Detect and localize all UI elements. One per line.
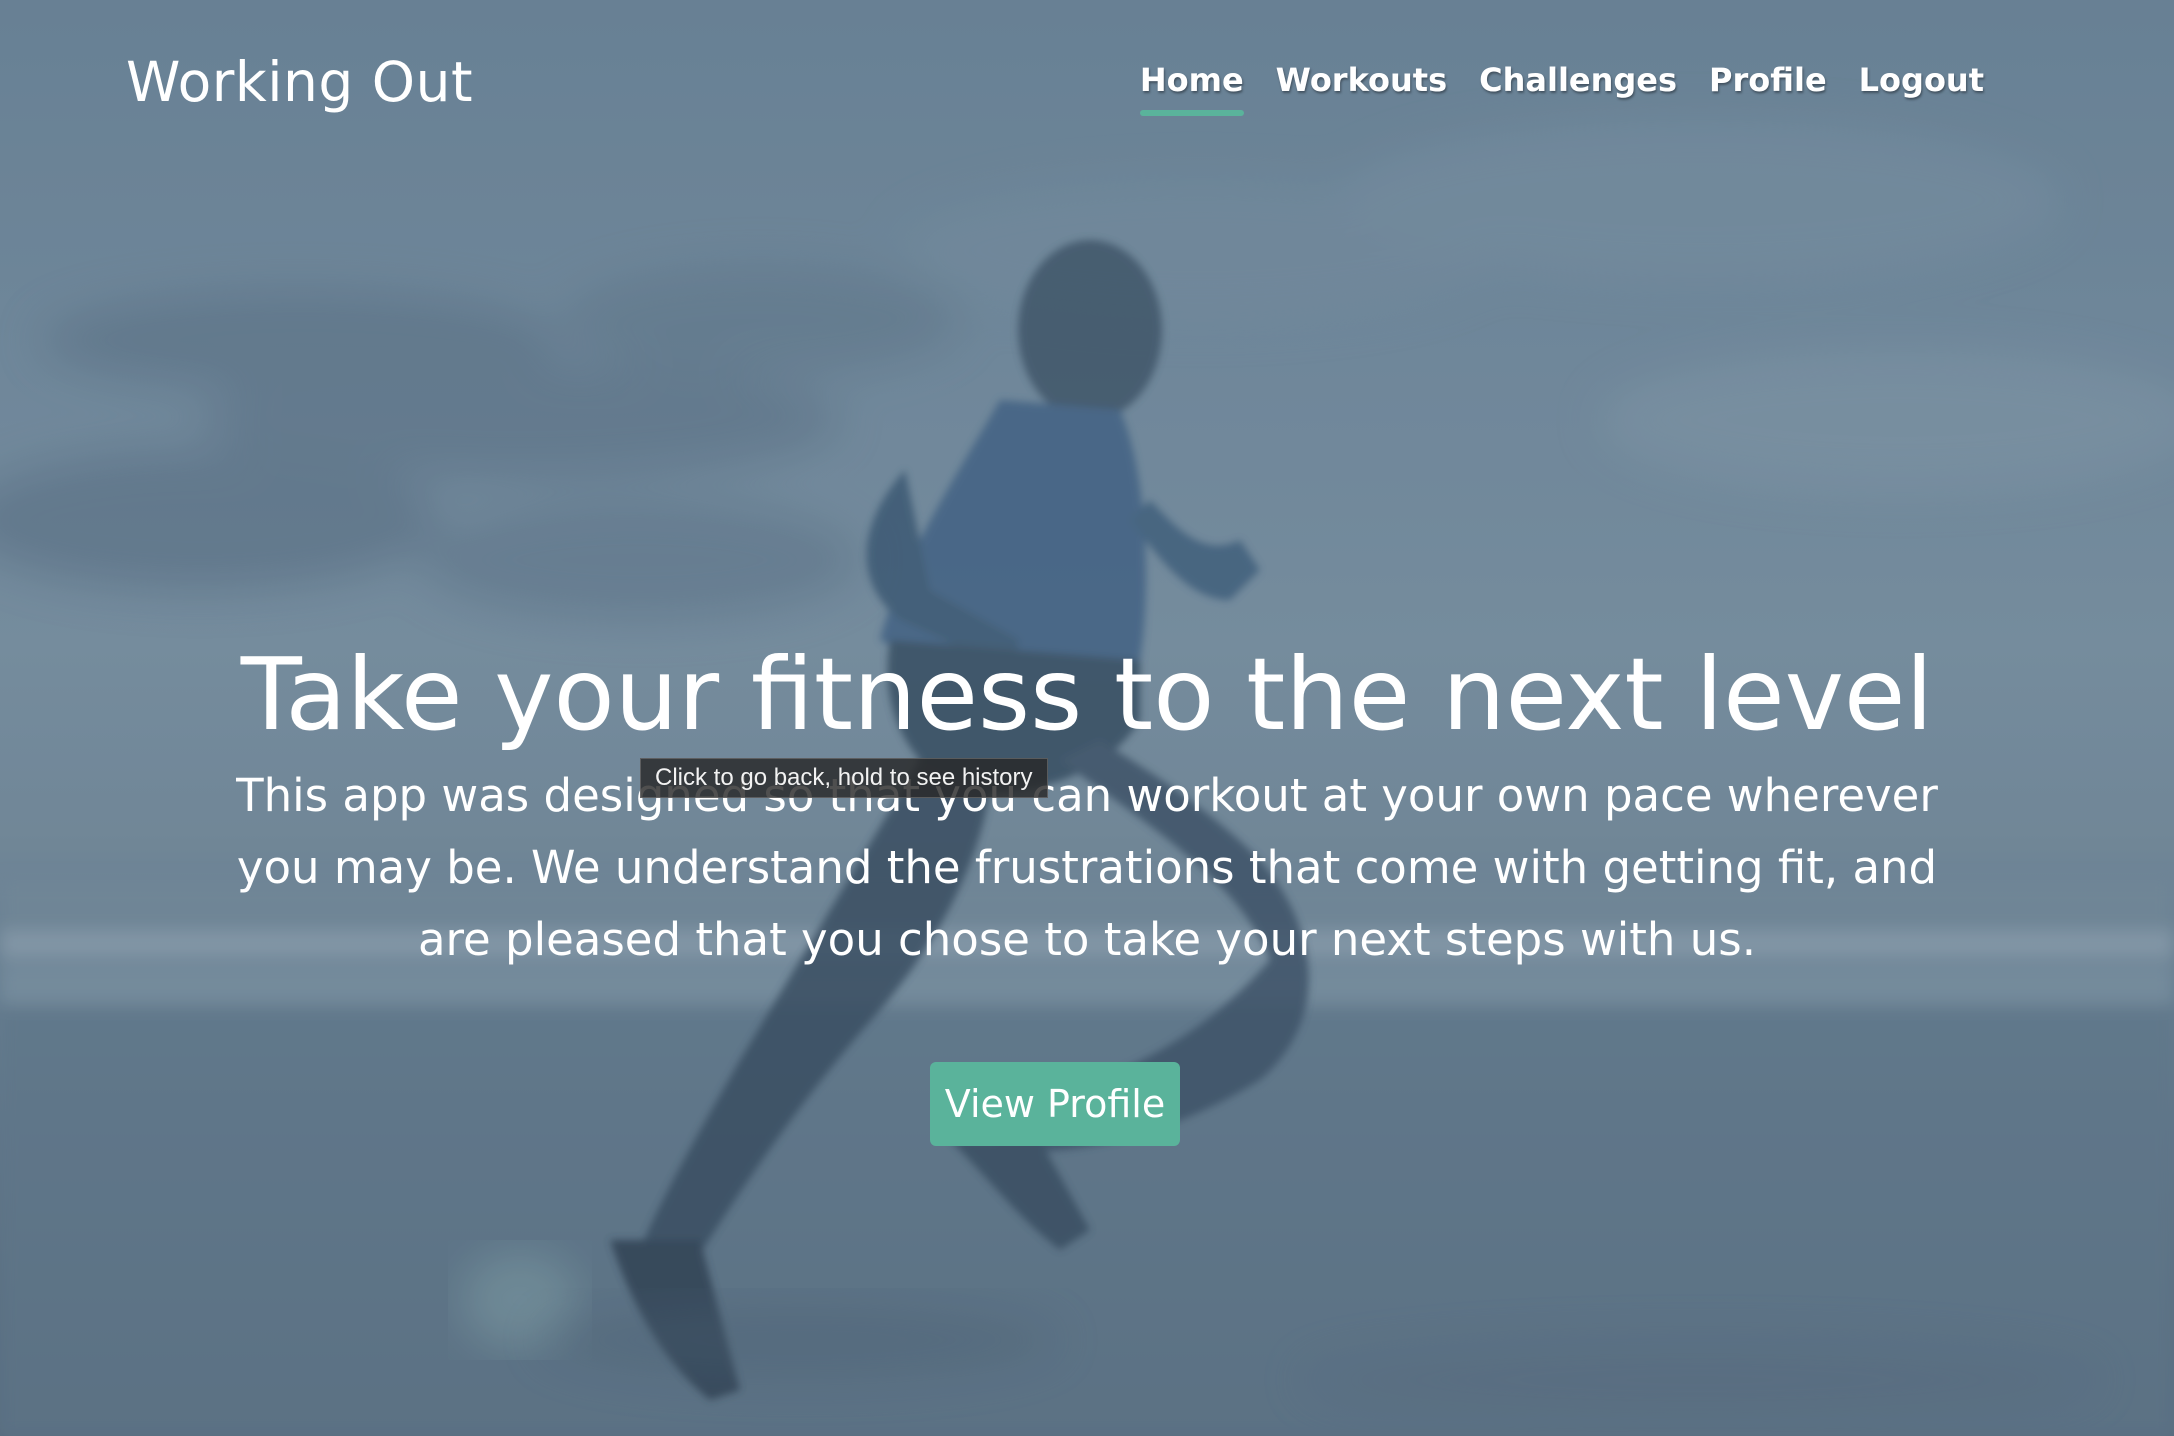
brand-logo-link[interactable]: Working Out	[126, 46, 473, 118]
view-profile-button[interactable]: View Profile	[930, 1062, 1180, 1146]
hero-section: Take your fitness to the next level This…	[0, 630, 2174, 976]
hero-title: Take your fitness to the next level	[240, 636, 1934, 753]
back-button-tooltip: Click to go back, hold to see history	[640, 758, 1048, 798]
nav-item-logout[interactable]: Logout	[1859, 56, 1984, 104]
hero-description: This app was designed so that you can wo…	[236, 769, 1938, 966]
nav-links: Home Workouts Challenges Profile Logout	[1139, 56, 1984, 116]
nav-item-profile[interactable]: Profile	[1709, 56, 1827, 104]
nav-item-home[interactable]: Home	[1139, 56, 1244, 116]
nav-item-workouts[interactable]: Workouts	[1276, 56, 1447, 104]
nav-item-challenges[interactable]: Challenges	[1479, 56, 1677, 104]
navbar: Working Out Home Workouts Challenges Pro…	[0, 0, 2174, 160]
